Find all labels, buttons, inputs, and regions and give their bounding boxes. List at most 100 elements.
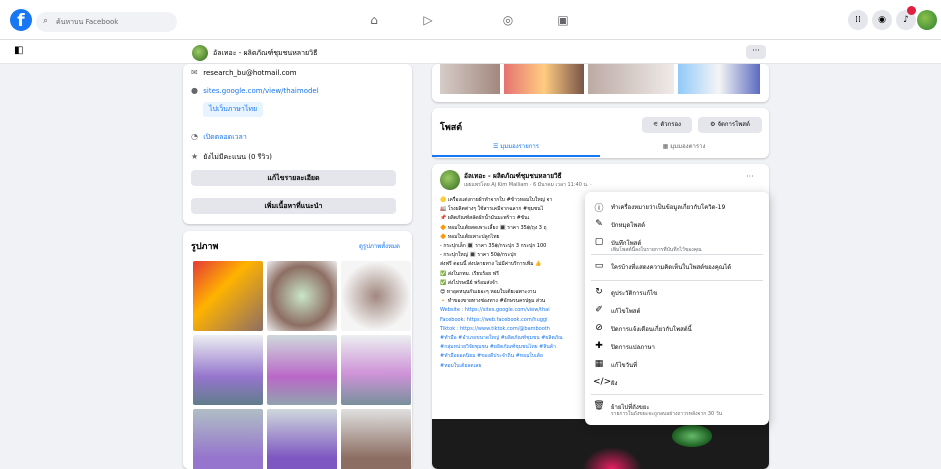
post-line: 🟡 เครื่องแต่งกายผ้าทำจากใบ #ข้าวหอมใบใหญ… bbox=[440, 197, 553, 203]
post-author-avatar[interactable] bbox=[440, 170, 460, 190]
menu-item-date[interactable]: ▦ แก้ไขวันที่ bbox=[585, 356, 769, 376]
menu-item-bookmark[interactable]: ▢ บันทึกโพสต์ เพิ่มโพสต์นี้ลงในรายการที่บั… bbox=[585, 234, 769, 254]
menu-item-bell-off[interactable]: ⊘ ปิดการแจ้งเตือนเกี่ยวกับโพสต์นี้ bbox=[585, 320, 769, 340]
notification-badge bbox=[907, 6, 916, 15]
post-line: 😍 หาอุดหนุนกันเยอะๆ หอมใบเต้ยเฉพาะงาน bbox=[440, 289, 537, 296]
edit-details-button[interactable]: แก้ไขรายละเอียด bbox=[191, 170, 396, 186]
menu-item-pin[interactable]: ✎ ปักหมุดโพสต์ bbox=[585, 216, 769, 236]
leaf-decoration bbox=[672, 425, 712, 447]
post-author-name[interactable]: อัลเทอะ - ผลิตภัณฑ์ชุมชนหลายวิธี bbox=[464, 171, 562, 181]
post-line: Tiktok : https://www.tiktok.com/@bamboot… bbox=[440, 325, 550, 332]
post-meta: เผยแพร่โดย Aj Kim Malliam · 6 มีนาคม เวล… bbox=[464, 182, 592, 188]
page-name[interactable]: อัลเทอะ - ผลิตภัณฑ์ชุมชนหลายวิธี bbox=[213, 48, 317, 59]
menu-item-comment[interactable]: ▭ ใครบ้างที่แสดงความคิดเห็นในโพสต์ของคุณไ… bbox=[585, 258, 769, 278]
post-more-icon[interactable]: ··· bbox=[746, 172, 754, 181]
account-avatar[interactable] bbox=[917, 10, 937, 30]
add-featured-button[interactable]: เพิ่มเนื้อหาที่แนะนำ bbox=[191, 198, 396, 214]
pin-icon: ✎ bbox=[595, 219, 603, 229]
post-line: 📌 ผลิตภัณฑ์สลัดผักน้ำมันมะพร้าว #ขันเ bbox=[440, 215, 530, 222]
messenger-icon[interactable]: ◉ bbox=[872, 10, 892, 30]
menu-grid-icon[interactable]: ⁞⁞ bbox=[848, 10, 868, 30]
photo-8[interactable] bbox=[267, 409, 337, 469]
menu-divider bbox=[591, 254, 763, 255]
photo-9[interactable] bbox=[341, 409, 411, 469]
menu-item-label: แก้ไขโพสต์ bbox=[611, 308, 641, 315]
clock-icon: ◔ bbox=[191, 132, 198, 141]
groups-icon[interactable]: ◎ bbox=[500, 12, 516, 28]
menu-item-label: ฝัง bbox=[611, 380, 618, 387]
featured-image-3[interactable] bbox=[588, 64, 674, 94]
intro-card: ✉ research_bu@hotmail.com ● sites.google… bbox=[183, 64, 412, 224]
website-link[interactable]: sites.google.com/view/thaimodel bbox=[203, 87, 318, 95]
search-icon: ⌕ bbox=[43, 16, 49, 26]
photo-1[interactable] bbox=[193, 261, 263, 331]
email-text[interactable]: research_bu@hotmail.com bbox=[203, 69, 296, 77]
menu-item-edit[interactable]: ✐ แก้ไขโพสต์ bbox=[585, 302, 769, 322]
photos-card: รูปภาพ ดูรูปภาพทั้งหมด bbox=[183, 231, 412, 469]
embed-icon: </> bbox=[593, 377, 612, 387]
bell-off-icon: ⊘ bbox=[595, 323, 603, 333]
photo-2[interactable] bbox=[267, 261, 337, 331]
post-line: ✅ ส่งไปรษณีย์ พร้อมส่งจ้า bbox=[440, 279, 498, 286]
menu-item-embed[interactable]: </> ฝัง bbox=[585, 374, 769, 394]
menu-item-description: รายการในถังขยะจะถูกลบอย่างถาวรหลังจาก 30… bbox=[611, 411, 723, 417]
search-input[interactable]: ⌕ ค้นหาบน Facebook bbox=[36, 12, 177, 32]
watch-icon[interactable]: ▷ bbox=[420, 12, 436, 28]
menu-item-label: ปักหมุดโพสต์ bbox=[611, 222, 645, 229]
menu-item-history[interactable]: ↻ ดูประวัติการแก้ไข bbox=[585, 284, 769, 304]
menu-item-info[interactable]: ⓘ ทำเครื่องหมายว่าเป็นข้อมูลเกี่ยวกับโควิ… bbox=[585, 198, 769, 218]
home-icon[interactable]: ⌂ bbox=[366, 12, 382, 28]
photo-6[interactable] bbox=[341, 335, 411, 405]
post-line: Facebook: https://web.facebook.com/huggi bbox=[440, 316, 548, 323]
grid-view-icon: ▦ bbox=[662, 143, 669, 150]
filter-button[interactable]: ⚟ ตัวกรอง bbox=[642, 117, 692, 133]
post-line: Website : https://sites.google.com/view/… bbox=[440, 307, 550, 314]
photo-3[interactable] bbox=[341, 261, 411, 331]
hours-row: ◔ เปิดตลอดเวลา bbox=[191, 132, 247, 143]
see-all-photos-link[interactable]: ดูรูปภาพทั้งหมด bbox=[359, 241, 400, 251]
post-line: ✅ ส่งในกทม. เรียบร้อย ฟรี bbox=[440, 270, 499, 277]
post-line: 🔶 หอมใบเต้ยเพาะปลูกไทย bbox=[440, 233, 500, 240]
history-icon: ↻ bbox=[595, 287, 603, 297]
menu-item-trash[interactable]: 🗑 ย้ายไปที่ถังขยะ รายการในถังขยะจะถูกลบอย่… bbox=[585, 398, 769, 418]
featured-image-4[interactable] bbox=[678, 64, 760, 94]
comment-icon: ▭ bbox=[594, 261, 604, 271]
post-line: #หอมใบเต้ยลดเลย bbox=[440, 362, 482, 369]
rating-row: ★ ยังไม่มีคะแนน (0 รีวิว) bbox=[191, 152, 272, 163]
post-line: 🔸 ทำของขายทางช่องทาง #อักษรนครปฐม ส่วน bbox=[440, 298, 546, 305]
trash-icon: 🗑 bbox=[593, 401, 605, 411]
sidebar-toggle-icon[interactable]: ◧ bbox=[14, 45, 26, 57]
search-placeholder: ค้นหาบน Facebook bbox=[56, 18, 119, 26]
mail-icon: ✉ bbox=[191, 68, 198, 77]
star-icon: ★ bbox=[191, 152, 199, 161]
page-header-bar bbox=[0, 40, 941, 64]
photos-title: รูปภาพ bbox=[191, 242, 219, 252]
title-decoration bbox=[582, 447, 642, 469]
post-image[interactable] bbox=[432, 419, 769, 469]
featured-image-2[interactable] bbox=[504, 64, 584, 94]
gaming-icon[interactable]: ▣ bbox=[555, 12, 571, 28]
photo-4[interactable] bbox=[193, 335, 263, 405]
globe-icon: ● bbox=[191, 86, 198, 95]
menu-item-translate[interactable]: ✚ ปิดการแปลภาษา bbox=[585, 338, 769, 358]
bookmark-icon: ▢ bbox=[594, 237, 604, 247]
menu-item-label: ทำเครื่องหมายว่าเป็นข้อมูลเกี่ยวกับโควิด… bbox=[611, 204, 726, 211]
gear-icon: ⚙ bbox=[710, 121, 716, 128]
menu-item-label: ดูประวัติการแก้ไข bbox=[611, 290, 658, 297]
menu-divider bbox=[591, 394, 763, 395]
open-now-text[interactable]: เปิดตลอดเวลา bbox=[203, 133, 247, 141]
posts-header-card: โพสต์ ⚟ ตัวกรอง ⚙ จัดการโพสต์ ☰ มุมมองรา… bbox=[432, 108, 769, 158]
filter-label: ตัวกรอง bbox=[660, 121, 681, 128]
tab-list-view[interactable]: ☰ มุมมองรายการ bbox=[432, 137, 600, 157]
tab-grid-view[interactable]: ▦ มุมมองตาราง bbox=[600, 137, 768, 157]
more-options-button[interactable]: ··· bbox=[746, 45, 766, 59]
translate-label: ไปเว็บภาษาไทย bbox=[209, 105, 258, 113]
translate-button[interactable]: ไปเว็บภาษาไทย bbox=[203, 102, 264, 117]
featured-image-1[interactable] bbox=[440, 64, 500, 94]
facebook-logo-icon[interactable]: f bbox=[10, 9, 32, 31]
menu-item-label: ปิดการแจ้งเตือนเกี่ยวกับโพสต์นี้ bbox=[611, 326, 692, 333]
page-avatar[interactable] bbox=[192, 45, 208, 61]
photo-7[interactable] bbox=[193, 409, 263, 469]
manage-posts-button[interactable]: ⚙ จัดการโพสต์ bbox=[698, 117, 762, 133]
photo-5[interactable] bbox=[267, 335, 337, 405]
